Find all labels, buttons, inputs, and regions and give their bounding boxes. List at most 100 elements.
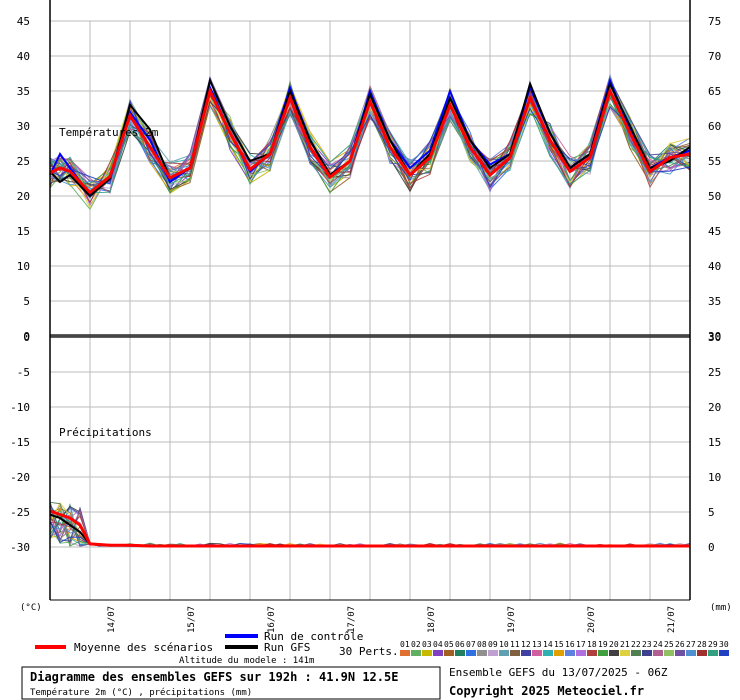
unit-right: (mm) bbox=[710, 603, 732, 613]
temp-left-tick: 5 bbox=[23, 295, 30, 308]
pert-swatch bbox=[444, 650, 454, 656]
pert-swatch bbox=[620, 650, 630, 656]
precip-right-tick: 15 bbox=[708, 436, 721, 449]
pert-number-label: 01 bbox=[400, 640, 410, 649]
pert-number-label: 28 bbox=[697, 640, 707, 649]
pert-swatch bbox=[719, 650, 729, 656]
date-tick-label: 20/07 bbox=[587, 606, 597, 633]
precipitation-panel-label: Précipitations bbox=[59, 426, 152, 439]
pert-number-label: 19 bbox=[598, 640, 608, 649]
pert-number-label: 09 bbox=[488, 640, 498, 649]
pert-number-label: 07 bbox=[466, 640, 476, 649]
pert-number-label: 14 bbox=[543, 640, 553, 649]
pert-number-label: 06 bbox=[455, 640, 465, 649]
footer-title: Diagramme des ensembles GEFS sur 192h : … bbox=[30, 670, 398, 684]
pert-number-label: 18 bbox=[587, 640, 597, 649]
pert-swatch bbox=[532, 650, 542, 656]
temp-left-tick: 15 bbox=[17, 225, 30, 238]
footer-copyright: Copyright 2025 Meteociel.fr bbox=[449, 684, 644, 698]
pert-swatch bbox=[488, 650, 498, 656]
legend-mean-label: Moyenne des scénarios bbox=[74, 641, 213, 654]
temp-right-tick: 60 bbox=[708, 120, 721, 133]
pert-number-label: 22 bbox=[631, 640, 641, 649]
pert-swatch bbox=[543, 650, 553, 656]
precip-left-tick: -20 bbox=[10, 471, 30, 484]
temp-right-tick: 35 bbox=[708, 295, 721, 308]
date-tick-label: 15/07 bbox=[187, 606, 197, 633]
temp-left-tick: 35 bbox=[17, 85, 30, 98]
precip-right-tick: 5 bbox=[708, 506, 715, 519]
temp-left-tick: 45 bbox=[17, 15, 30, 28]
pert-number-label: 12 bbox=[521, 640, 531, 649]
precip-left-tick: -15 bbox=[10, 436, 30, 449]
temp-right-tick: 65 bbox=[708, 85, 721, 98]
pert-swatch bbox=[422, 650, 432, 656]
pert-swatch bbox=[477, 650, 487, 656]
pert-swatch bbox=[576, 650, 586, 656]
legend: Moyenne des scénarios Run de contrôle Ru… bbox=[35, 630, 729, 666]
temp-right-tick: 70 bbox=[708, 50, 721, 63]
pert-number-label: 30 bbox=[719, 640, 729, 649]
pert-swatch bbox=[631, 650, 641, 656]
precip-right-tick: 25 bbox=[708, 366, 721, 379]
temp-left-tick: 10 bbox=[17, 260, 30, 273]
temp-left-tick: 20 bbox=[17, 190, 30, 203]
pert-number-label: 11 bbox=[510, 640, 520, 649]
precip-left-tick: 0 bbox=[23, 331, 30, 344]
pert-swatch bbox=[411, 650, 421, 656]
pert-swatch bbox=[587, 650, 597, 656]
pert-swatch bbox=[521, 650, 531, 656]
temp-right-tick: 45 bbox=[708, 225, 721, 238]
footer-run: Ensemble GEFS du 13/07/2025 - 06Z bbox=[449, 666, 668, 679]
temp-left-tick: 30 bbox=[17, 120, 30, 133]
pert-number-label: 17 bbox=[576, 640, 586, 649]
temperature-panel-label: Températures 2m bbox=[59, 126, 159, 139]
altitude-label: Altitude du modele : 141m bbox=[179, 656, 314, 666]
pert-swatch bbox=[675, 650, 685, 656]
pert-number-label: 24 bbox=[653, 640, 663, 649]
legend-gfs-label: Run GFS bbox=[264, 641, 310, 654]
date-tick-label: 17/07 bbox=[347, 606, 357, 633]
pert-swatch bbox=[554, 650, 564, 656]
pert-number-label: 15 bbox=[554, 640, 564, 649]
pert-swatch bbox=[609, 650, 619, 656]
pert-swatch bbox=[433, 650, 443, 656]
pert-number-label: 21 bbox=[620, 640, 630, 649]
date-tick-label: 16/07 bbox=[267, 606, 277, 633]
pert-number-label: 23 bbox=[642, 640, 652, 649]
temp-right-tick: 75 bbox=[708, 15, 721, 28]
pert-swatch bbox=[510, 650, 520, 656]
pert-swatch bbox=[697, 650, 707, 656]
precip-right-tick: 30 bbox=[708, 331, 721, 344]
pert-swatch bbox=[499, 650, 509, 656]
precip-right-tick: 10 bbox=[708, 471, 721, 484]
pert-swatch bbox=[664, 650, 674, 656]
pert-swatch bbox=[686, 650, 696, 656]
footer-subtitle: Température 2m (°C) , précipitations (mm… bbox=[30, 687, 252, 698]
pert-number-label: 27 bbox=[686, 640, 696, 649]
temp-left-tick: 40 bbox=[17, 50, 30, 63]
pert-swatch bbox=[708, 650, 718, 656]
temp-right-tick: 40 bbox=[708, 260, 721, 273]
pert-swatch bbox=[598, 650, 608, 656]
precip-left-tick: -10 bbox=[10, 401, 30, 414]
precip-right-tick: 20 bbox=[708, 401, 721, 414]
date-tick-label: 14/07 bbox=[107, 606, 117, 633]
unit-left: (°C) bbox=[20, 603, 42, 613]
temp-right-tick: 50 bbox=[708, 190, 721, 203]
pert-swatch bbox=[642, 650, 652, 656]
pert-number-label: 25 bbox=[664, 640, 674, 649]
precip-left-tick: -5 bbox=[17, 366, 30, 379]
precip-right-tick: 0 bbox=[708, 541, 715, 554]
date-tick-label: 21/07 bbox=[667, 606, 677, 633]
date-tick-label: 18/07 bbox=[427, 606, 437, 633]
pert-number-label: 13 bbox=[532, 640, 542, 649]
precip-left-tick: -30 bbox=[10, 541, 30, 554]
pert-number-label: 05 bbox=[444, 640, 454, 649]
temp-right-tick: 55 bbox=[708, 155, 721, 168]
pert-number-label: 29 bbox=[708, 640, 718, 649]
pert-number-label: 02 bbox=[411, 640, 421, 649]
date-tick-label: 19/07 bbox=[507, 606, 517, 633]
precip-left-tick: -25 bbox=[10, 506, 30, 519]
pert-swatch bbox=[565, 650, 575, 656]
